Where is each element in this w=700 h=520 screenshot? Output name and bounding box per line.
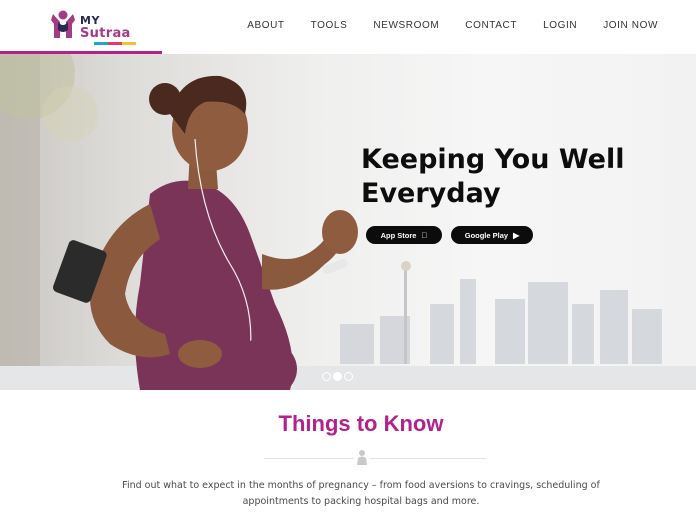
- section-divider: [264, 458, 486, 459]
- nav-join-now[interactable]: JOIN NOW: [603, 20, 658, 31]
- logo-swoosh-icon: [94, 42, 136, 45]
- app-store-button[interactable]: App Store : [366, 226, 442, 244]
- mysutraa-logo[interactable]: MY Sutraa: [50, 8, 140, 46]
- section-description: Find out what to expect in the months of…: [122, 480, 600, 507]
- hero-photo-runner: [0, 54, 696, 390]
- logo-sutraa-text: Sutraa: [80, 26, 131, 41]
- nav-contact[interactable]: CONTACT: [465, 20, 517, 31]
- play-icon: ▶: [513, 230, 520, 240]
- google-play-button[interactable]: Google Play ▶: [451, 226, 533, 244]
- main-nav: ABOUT TOOLS NEWSROOM CONTACT LOGIN JOIN …: [221, 20, 658, 31]
- nav-newsroom[interactable]: NEWSROOM: [373, 20, 439, 31]
- nav-login[interactable]: LOGIN: [543, 20, 577, 31]
- slider-dots: [322, 372, 355, 381]
- slide-dot-1[interactable]: [322, 372, 331, 381]
- slide-dot-3[interactable]: [344, 372, 353, 381]
- hero-title: Keeping You Well Everyday: [361, 144, 625, 209]
- app-store-label: App Store: [380, 230, 417, 240]
- person-icon: [354, 448, 370, 466]
- slide-dot-2[interactable]: [333, 372, 342, 381]
- site-header: MY Sutraa ABOUT TOOLS NEWSROOM CONTACT L…: [0, 0, 700, 54]
- nav-tools[interactable]: TOOLS: [311, 20, 348, 31]
- google-play-label: Google Play: [464, 230, 509, 240]
- nav-about[interactable]: ABOUT: [247, 20, 284, 31]
- apple-icon: : [421, 231, 427, 240]
- logo-mark-icon: [51, 10, 75, 38]
- hero-banner: Keeping You Well Everyday App Store  Go…: [0, 54, 696, 390]
- section-title: Things to Know: [278, 411, 444, 436]
